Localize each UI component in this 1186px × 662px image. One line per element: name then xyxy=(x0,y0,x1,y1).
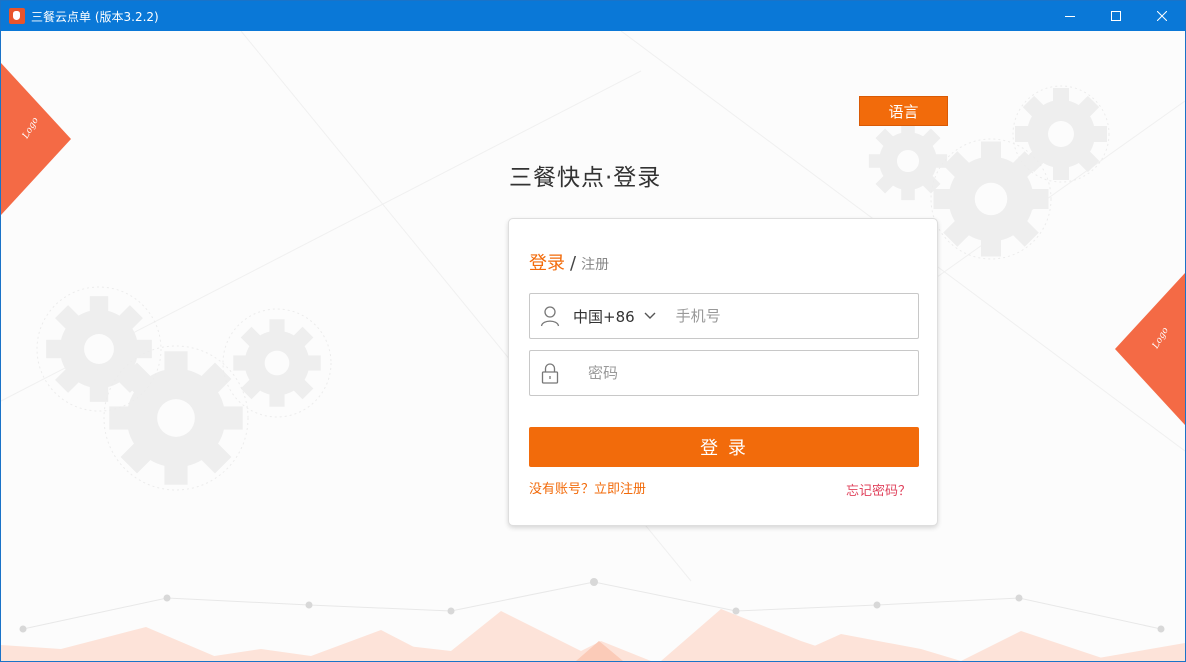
minimize-button[interactable] xyxy=(1047,1,1093,31)
app-window: 三餐云点单 (版本3.2.2) Logo Logo 语言 三餐快点·登录 登录 … xyxy=(0,0,1186,662)
country-code-label: 中国+86 xyxy=(573,307,635,326)
maximize-button[interactable] xyxy=(1093,1,1139,31)
window-title: 三餐云点单 (版本3.2.2) xyxy=(31,9,159,24)
tab-register[interactable]: 注册 xyxy=(581,254,609,274)
lock-icon xyxy=(540,362,560,384)
window-controls xyxy=(1047,1,1185,31)
register-link[interactable]: 没有账号？立即注册 xyxy=(529,478,646,497)
page-title: 三餐快点·登录 xyxy=(509,165,662,191)
user-icon xyxy=(540,305,560,327)
forgot-password-link[interactable]: 忘记密码？ xyxy=(846,480,911,499)
close-icon xyxy=(1157,11,1167,21)
tab-login[interactable]: 登录 xyxy=(529,249,565,275)
app-logo-icon xyxy=(9,8,25,24)
tab-separator: / xyxy=(570,253,577,274)
login-button[interactable]: 登 录 xyxy=(529,427,919,467)
login-card: 登录 / 注册 中国+86 手机号 登 录 没有账号？立即注册 忘记密码？ xyxy=(508,218,938,526)
title-bar[interactable]: 三餐云点单 (版本3.2.2) xyxy=(1,1,1185,31)
minimize-icon xyxy=(1065,16,1075,17)
password-field xyxy=(529,350,919,396)
chevron-down-icon xyxy=(644,312,656,320)
phone-input[interactable] xyxy=(673,306,878,326)
password-input[interactable] xyxy=(586,363,790,383)
maximize-icon xyxy=(1111,11,1121,21)
language-button[interactable]: 语言 xyxy=(859,96,948,126)
close-button[interactable] xyxy=(1139,1,1185,31)
phone-field: 中国+86 xyxy=(529,293,919,339)
auth-tabs: 登录 / 注册 xyxy=(529,249,609,275)
country-code-select[interactable]: 中国+86 xyxy=(573,306,656,327)
